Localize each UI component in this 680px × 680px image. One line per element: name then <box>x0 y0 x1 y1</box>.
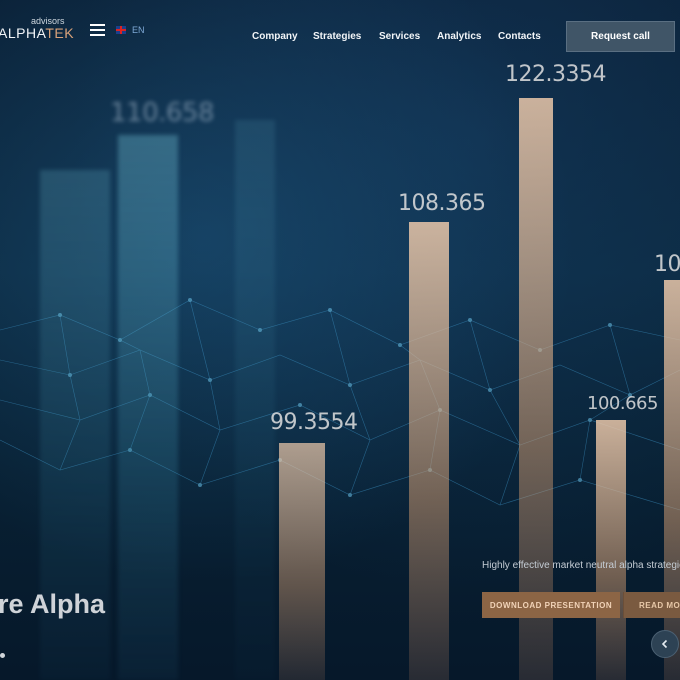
read-more-button[interactable]: READ MORE <box>623 592 680 618</box>
nav-item-company[interactable]: Company <box>252 31 298 42</box>
hero-subtitle: Highly effective market neutral alpha st… <box>482 560 680 571</box>
hero-background: 122.3354 108.365 106.5 100.665 99.3554 1… <box>0 0 680 680</box>
hero-title: re Alpha <box>0 589 106 619</box>
background-figure: 108.365 <box>398 191 486 216</box>
nav-item-contacts[interactable]: Contacts <box>498 31 541 42</box>
brand-name-suffix: TEK <box>45 25 75 41</box>
chevron-left-icon <box>661 639 668 649</box>
nav-item-services[interactable]: Services <box>379 31 420 42</box>
site-header: advisors ALPHATEK EN Company Strategies … <box>0 0 680 70</box>
slider-dot-icon[interactable] <box>0 653 5 658</box>
background-bar <box>279 443 325 680</box>
background-figure: 99.3554 <box>270 410 358 435</box>
background-figure: 100.665 <box>587 393 658 414</box>
background-figure: 106.5 <box>654 252 680 277</box>
background-bar <box>409 222 449 680</box>
background-bar <box>596 420 626 680</box>
nav-item-analytics[interactable]: Analytics <box>437 31 481 42</box>
download-presentation-button[interactable]: DOWNLOAD PRESENTATION <box>482 592 620 618</box>
background-figure: 110.658 <box>110 98 215 128</box>
language-selector[interactable]: EN <box>116 23 145 37</box>
background-bar <box>118 135 178 680</box>
background-bar <box>664 280 680 680</box>
brand-name-prefix: ALPHA <box>0 25 46 41</box>
slider-prev-button[interactable] <box>651 630 679 658</box>
brand-name: ALPHATEK <box>0 25 74 41</box>
language-label: EN <box>132 25 145 35</box>
hamburger-menu-icon[interactable] <box>90 24 105 36</box>
background-bar <box>235 120 275 680</box>
nav-item-strategies[interactable]: Strategies <box>313 31 361 42</box>
uk-flag-icon <box>116 26 126 34</box>
request-call-button[interactable]: Request call <box>566 21 675 52</box>
